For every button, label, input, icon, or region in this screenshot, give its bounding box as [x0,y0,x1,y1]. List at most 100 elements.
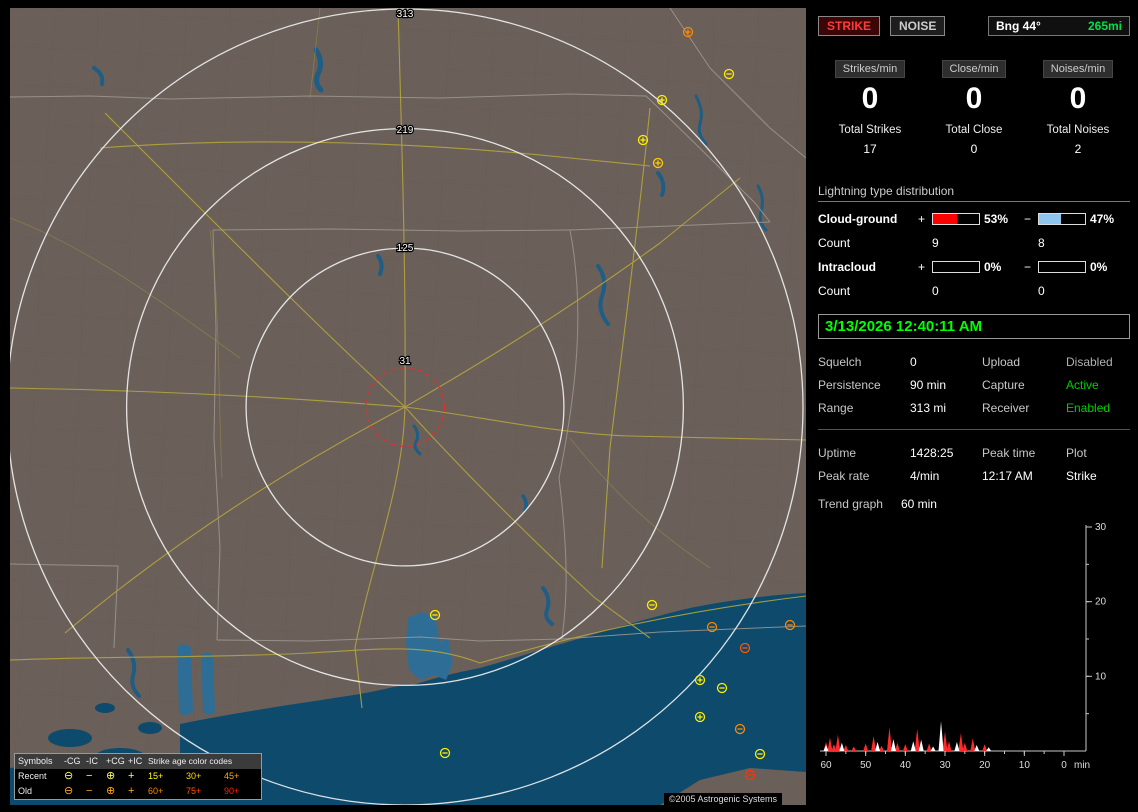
counter-value: 0 [1069,82,1087,115]
settings-cell: Enabled [1066,401,1111,415]
legend-symbol-icon: − [86,785,93,797]
settings-cell: Persistence [818,378,881,392]
trend-chart: 10 20 30 60 50 40 30 20 10 0 min [820,522,1107,771]
settings-cell: Receiver [982,401,1030,415]
plus-count: 9 [932,236,939,250]
legend-row-label: Recent [18,771,47,781]
total-label: Total Close [945,124,1003,136]
total-label: Total Strikes [838,124,902,136]
x-tick-label: 40 [900,760,912,771]
uptime-cell: 12:17 AM [982,469,1033,483]
legend-age-value: 15+ [148,771,164,781]
strike-button[interactable]: STRIKE [818,16,881,36]
legend-type-header-1: -IC [86,756,98,766]
legend-type-header-0: -CG [64,756,81,766]
legend-symbol-icon: + [128,770,135,782]
trend-graph-label: Trend graph [818,497,883,511]
counter-label: Strikes/min [834,60,906,78]
ring-label-313: 313 [397,9,414,20]
control-panel: STRIKE NOISE Bng 44° 265mi Strikes/min 0 T… [818,8,1130,781]
ring-label-125: 125 [397,243,414,254]
uptime-grid: Uptime 1428:25 Peak time Plot Peak rate 4/min… [818,446,1130,483]
count-row: Count 9 8 [818,236,1130,250]
counter-label: Noises/min [1042,60,1114,78]
settings-cell: Active [1066,378,1099,392]
legend-symbols-header: Symbols [18,756,53,766]
x-tick-label: 10 [1019,760,1031,771]
ring-label-31: 31 [399,356,411,367]
distribution-row: Intracloud +0% − 0% [818,260,1130,274]
total-value: 0 [970,142,978,156]
uptime-cell: 1428:25 [910,446,954,460]
minus-sign: − [1024,260,1032,274]
counter-value: 0 [861,82,879,115]
distribution-title: Lightning type distribution [818,184,1130,202]
type-name: Cloud-ground [818,212,898,226]
trend-duration: 60 min [900,497,937,511]
trend-series-close [823,721,992,751]
legend-symbol-icon: ⊖ [64,770,74,782]
legend-symbol-icon: − [86,770,93,782]
distribution-rows: Cloud-ground +53% − 47% Count 9 8 Intracloud +0%… [818,212,1130,298]
x-tick-label: 60 [820,760,832,771]
total-value: 17 [863,142,877,156]
legend-age-value: 30+ [186,771,202,781]
legend-type-header-2: +CG [106,756,125,766]
plus-pct: 53% [984,212,1009,226]
x-tick-label: 30 [939,760,951,771]
legend-header: Symbols -CG -IC +CG +IC Strike age color code… [15,754,261,769]
topbar: STRIKE NOISE Bng 44° 265mi [818,16,1130,36]
settings-grid: Squelch 0 Upload Disabled Persistence 90 min C… [818,355,1130,415]
minus-bar [1038,261,1086,273]
map-svg: 313 219 125 31 [10,8,806,805]
settings-cell: 90 min [910,378,947,392]
copyright: ©2005 Astrogenic Systems [663,793,782,805]
minus-pct: 47% [1090,212,1115,226]
counters: Strikes/min 0 Total Strikes 17 Close/min 0 Tot… [818,60,1130,156]
x-unit-label: min [1074,760,1090,771]
counter-1: Close/min 0 Total Close 0 [922,60,1026,156]
settings-cell: Capture [982,378,1025,392]
minus-count: 8 [1038,236,1045,250]
counter-0: Strikes/min 0 Total Strikes 17 [818,60,922,156]
uptime-cell: Peak time [982,446,1036,460]
minus-sign: − [1024,212,1032,226]
count-label: Count [818,284,851,298]
bearing-box: Bng 44° 265mi [988,16,1130,36]
legend-age-value: 60+ [148,786,164,796]
counter-value: 0 [965,82,983,115]
counter-label: Close/min [941,60,1007,78]
minus-count: 0 [1038,284,1045,298]
legend-symbol-icon: + [128,785,135,797]
chart-axes [820,525,1087,752]
section-divider [818,429,1130,430]
legend-age-value: 75+ [186,786,202,796]
legend-row-old: Old ⊖ − ⊕ +60+ 75+ 90+ [15,784,261,799]
minus-bar-fill [1039,214,1061,224]
minus-pct: 0% [1090,260,1108,274]
legend-age-header: Strike age color codes [148,756,233,766]
map-legend: Symbols -CG -IC +CG +IC Strike age color code… [14,753,262,800]
legend-body: Recent ⊖ − ⊕ +15+ 30+ 45+ Old ⊖ − ⊕ +60+ 75+ 90+ [15,769,261,799]
bearing-label: Bng 44° [996,19,1041,33]
count-label: Count [818,236,851,250]
y-tick-label: 20 [1095,597,1107,608]
plus-sign: + [918,212,926,226]
legend-symbol-icon: ⊕ [106,785,116,797]
bearing-range: 265mi [1087,19,1122,33]
plus-bar-fill [933,214,958,224]
noise-button[interactable]: NOISE [890,16,946,36]
ring-label-219: 219 [397,125,414,136]
uptime-cell: Peak rate [818,469,870,483]
map-canvas[interactable]: 313 219 125 31 Symbols -CG -IC +CG +IC Strike ag… [10,8,806,805]
count-row: Count 0 0 [818,284,1130,298]
plus-bar [932,213,980,225]
legend-symbol-icon: ⊖ [64,785,74,797]
uptime-cell: Strike [1066,469,1097,483]
total-value: 2 [1074,142,1082,156]
uptime-cell: Plot [1066,446,1087,460]
legend-row-label: Old [18,786,33,796]
plus-bar [932,261,980,273]
settings-cell: Upload [982,355,1021,369]
distribution-row: Cloud-ground +53% − 47% [818,212,1130,226]
